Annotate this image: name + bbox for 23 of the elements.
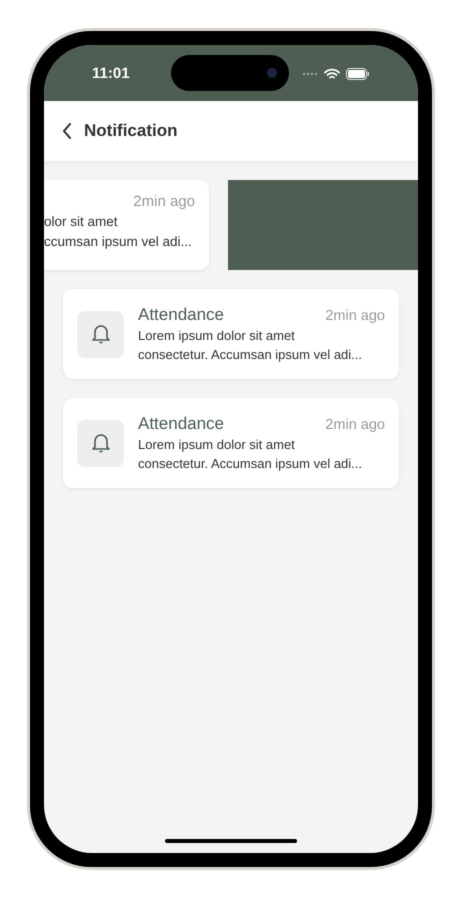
- camera-icon: [267, 68, 277, 78]
- notification-card[interactable]: Attendance 2min ago Lorem ipsum dolor sit amet consectetur. Accumsan ipsum vel adi...: [63, 398, 399, 488]
- notification-text: consectetur. Accumsan ipsum vel adi...: [138, 346, 363, 364]
- notification-title: Attendance: [138, 413, 224, 435]
- notification-text: ccumsan ipsum vel adi...: [44, 233, 193, 251]
- notification-time: 2min ago: [325, 307, 385, 326]
- notification-text: Lorem ipsum dolor sit amet: [138, 436, 296, 454]
- back-icon[interactable]: [62, 123, 72, 139]
- status-time: 11:01: [92, 64, 130, 84]
- notification-text: olor sit amet: [44, 213, 119, 231]
- notification-card[interactable]: 2min ago olor sit amet ccumsan ipsum vel adi...: [44, 180, 209, 270]
- notification-title: Attendance: [138, 304, 224, 326]
- battery-icon: [346, 68, 370, 80]
- wifi-icon: [324, 68, 340, 80]
- notification-time: 2min ago: [133, 192, 195, 212]
- signal-dots-icon: [302, 72, 318, 76]
- notification-card[interactable]: Attendance 2min ago Lorem ipsum dolor sit amet consectetur. Accumsan ipsum vel adi...: [63, 289, 399, 379]
- bell-icon: [90, 323, 110, 345]
- notification-text: consectetur. Accumsan ipsum vel adi...: [138, 455, 363, 473]
- bell-icon: [90, 432, 110, 454]
- notification-text: Lorem ipsum dolor sit amet: [138, 327, 296, 345]
- header-title: Notification: [84, 120, 178, 142]
- notification-time: 2min ago: [325, 416, 385, 435]
